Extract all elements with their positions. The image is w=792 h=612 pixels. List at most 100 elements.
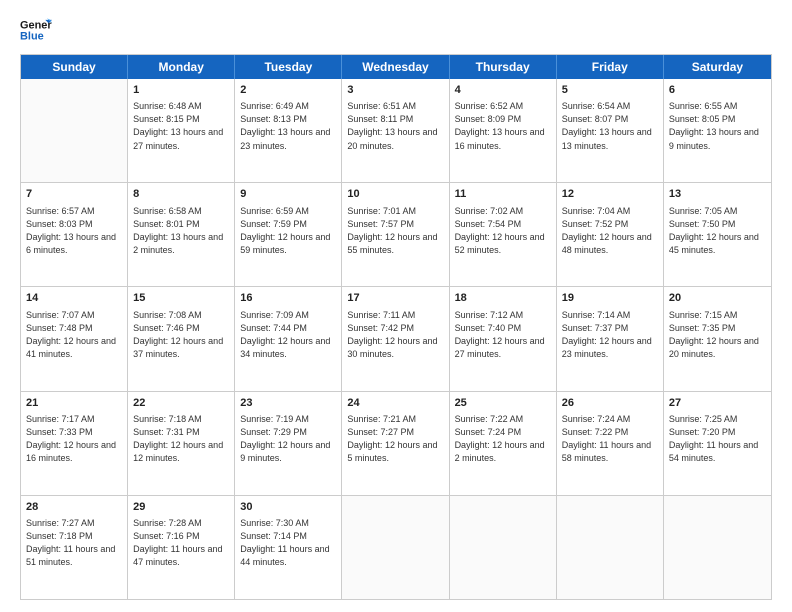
- day-number: 12: [562, 187, 658, 202]
- day-cell: 29Sunrise: 7:28 AMSunset: 7:16 PMDayligh…: [128, 496, 235, 599]
- day-number: 27: [669, 396, 766, 411]
- week-row-3: 21 Sunrise: 7:17 AMSunset: 7:33 PMDayligh…: [21, 392, 771, 496]
- day-cell: 13 Sunrise: 7:05 AMSunset: 7:50 PMDayligh…: [664, 183, 771, 286]
- calendar-grid: SundayMondayTuesdayWednesdayThursdayFrid…: [20, 54, 772, 600]
- day-number: 22: [133, 396, 229, 411]
- day-number: 6: [669, 83, 766, 98]
- day-info: Sunrise: 6:59 AMSunset: 7:59 PMDaylight:…: [240, 205, 336, 257]
- day-number: 3: [347, 83, 443, 98]
- day-number: 26: [562, 396, 658, 411]
- day-info: Sunrise: 7:11 AMSunset: 7:42 PMDaylight:…: [347, 309, 443, 361]
- day-number: 14: [26, 291, 122, 306]
- day-number: 30: [240, 500, 336, 515]
- day-cell: [557, 496, 664, 599]
- day-cell: 25 Sunrise: 7:22 AMSunset: 7:24 PMDayligh…: [450, 392, 557, 495]
- day-info: Sunrise: 6:52 AMSunset: 8:09 PMDaylight:…: [455, 100, 551, 152]
- day-number: 15: [133, 291, 229, 306]
- day-cell: 1 Sunrise: 6:48 AMSunset: 8:15 PMDaylight…: [128, 79, 235, 182]
- calendar-header: SundayMondayTuesdayWednesdayThursdayFrid…: [21, 55, 771, 79]
- day-number: 2: [240, 83, 336, 98]
- day-cell: 5 Sunrise: 6:54 AMSunset: 8:07 PMDaylight…: [557, 79, 664, 182]
- week-row-2: 14Sunrise: 7:07 AMSunset: 7:48 PMDayligh…: [21, 287, 771, 391]
- day-cell: 18 Sunrise: 7:12 AMSunset: 7:40 PMDayligh…: [450, 287, 557, 390]
- day-number: 24: [347, 396, 443, 411]
- day-number: 28: [26, 500, 122, 515]
- day-info: Sunrise: 7:01 AMSunset: 7:57 PMDaylight:…: [347, 205, 443, 257]
- day-cell: 15 Sunrise: 7:08 AMSunset: 7:46 PMDayligh…: [128, 287, 235, 390]
- day-number: 4: [455, 83, 551, 98]
- day-number: 20: [669, 291, 766, 306]
- day-info: Sunrise: 7:24 AMSunset: 7:22 PMDaylight:…: [562, 413, 658, 465]
- day-info: Sunrise: 6:58 AMSunset: 8:01 PMDaylight:…: [133, 205, 229, 257]
- day-cell: 6 Sunrise: 6:55 AMSunset: 8:05 PMDaylight…: [664, 79, 771, 182]
- day-cell: 9 Sunrise: 6:59 AMSunset: 7:59 PMDaylight…: [235, 183, 342, 286]
- day-cell: [342, 496, 449, 599]
- day-info: Sunrise: 7:09 AMSunset: 7:44 PMDaylight:…: [240, 309, 336, 361]
- header-day-friday: Friday: [557, 55, 664, 79]
- day-info: Sunrise: 6:51 AMSunset: 8:11 PMDaylight:…: [347, 100, 443, 152]
- logo: General Blue: [20, 16, 52, 44]
- day-number: 1: [133, 83, 229, 98]
- day-info: Sunrise: 7:19 AMSunset: 7:29 PMDaylight:…: [240, 413, 336, 465]
- day-number: 13: [669, 187, 766, 202]
- day-cell: 10Sunrise: 7:01 AMSunset: 7:57 PMDayligh…: [342, 183, 449, 286]
- day-info: Sunrise: 7:30 AMSunset: 7:14 PMDaylight:…: [240, 517, 336, 569]
- calendar-page: General Blue SundayMondayTuesdayWednesda…: [0, 0, 792, 612]
- day-number: 29: [133, 500, 229, 515]
- day-cell: 3 Sunrise: 6:51 AMSunset: 8:11 PMDaylight…: [342, 79, 449, 182]
- day-number: 21: [26, 396, 122, 411]
- header-day-monday: Monday: [128, 55, 235, 79]
- day-number: 25: [455, 396, 551, 411]
- header-day-sunday: Sunday: [21, 55, 128, 79]
- header-day-thursday: Thursday: [450, 55, 557, 79]
- day-number: 9: [240, 187, 336, 202]
- day-cell: [450, 496, 557, 599]
- day-cell: 8 Sunrise: 6:58 AMSunset: 8:01 PMDaylight…: [128, 183, 235, 286]
- day-cell: [21, 79, 128, 182]
- day-info: Sunrise: 7:05 AMSunset: 7:50 PMDaylight:…: [669, 205, 766, 257]
- day-cell: 16Sunrise: 7:09 AMSunset: 7:44 PMDayligh…: [235, 287, 342, 390]
- day-info: Sunrise: 7:14 AMSunset: 7:37 PMDaylight:…: [562, 309, 658, 361]
- day-info: Sunrise: 6:57 AMSunset: 8:03 PMDaylight:…: [26, 205, 122, 257]
- day-number: 23: [240, 396, 336, 411]
- day-cell: [664, 496, 771, 599]
- page-header: General Blue: [20, 16, 772, 44]
- day-info: Sunrise: 7:15 AMSunset: 7:35 PMDaylight:…: [669, 309, 766, 361]
- day-info: Sunrise: 7:08 AMSunset: 7:46 PMDaylight:…: [133, 309, 229, 361]
- header-day-saturday: Saturday: [664, 55, 771, 79]
- day-cell: 28 Sunrise: 7:27 AMSunset: 7:18 PMDayligh…: [21, 496, 128, 599]
- calendar-body: 1 Sunrise: 6:48 AMSunset: 8:15 PMDaylight…: [21, 79, 771, 599]
- day-cell: 17Sunrise: 7:11 AMSunset: 7:42 PMDayligh…: [342, 287, 449, 390]
- day-cell: 19Sunrise: 7:14 AMSunset: 7:37 PMDayligh…: [557, 287, 664, 390]
- day-cell: 11Sunrise: 7:02 AMSunset: 7:54 PMDayligh…: [450, 183, 557, 286]
- week-row-0: 1 Sunrise: 6:48 AMSunset: 8:15 PMDaylight…: [21, 79, 771, 183]
- header-day-wednesday: Wednesday: [342, 55, 449, 79]
- day-cell: 20 Sunrise: 7:15 AMSunset: 7:35 PMDayligh…: [664, 287, 771, 390]
- day-cell: 24 Sunrise: 7:21 AMSunset: 7:27 PMDayligh…: [342, 392, 449, 495]
- week-row-4: 28 Sunrise: 7:27 AMSunset: 7:18 PMDayligh…: [21, 496, 771, 599]
- day-number: 8: [133, 187, 229, 202]
- day-info: Sunrise: 6:55 AMSunset: 8:05 PMDaylight:…: [669, 100, 766, 152]
- day-cell: 27Sunrise: 7:25 AMSunset: 7:20 PMDayligh…: [664, 392, 771, 495]
- day-info: Sunrise: 6:49 AMSunset: 8:13 PMDaylight:…: [240, 100, 336, 152]
- day-info: Sunrise: 6:54 AMSunset: 8:07 PMDaylight:…: [562, 100, 658, 152]
- day-cell: 4 Sunrise: 6:52 AMSunset: 8:09 PMDaylight…: [450, 79, 557, 182]
- day-info: Sunrise: 7:17 AMSunset: 7:33 PMDaylight:…: [26, 413, 122, 465]
- week-row-1: 7 Sunrise: 6:57 AMSunset: 8:03 PMDaylight…: [21, 183, 771, 287]
- day-cell: 22 Sunrise: 7:18 AMSunset: 7:31 PMDayligh…: [128, 392, 235, 495]
- day-info: Sunrise: 6:48 AMSunset: 8:15 PMDaylight:…: [133, 100, 229, 152]
- day-number: 5: [562, 83, 658, 98]
- day-info: Sunrise: 7:12 AMSunset: 7:40 PMDaylight:…: [455, 309, 551, 361]
- day-cell: 23 Sunrise: 7:19 AMSunset: 7:29 PMDayligh…: [235, 392, 342, 495]
- day-info: Sunrise: 7:21 AMSunset: 7:27 PMDaylight:…: [347, 413, 443, 465]
- day-number: 18: [455, 291, 551, 306]
- day-cell: 14Sunrise: 7:07 AMSunset: 7:48 PMDayligh…: [21, 287, 128, 390]
- day-info: Sunrise: 7:27 AMSunset: 7:18 PMDaylight:…: [26, 517, 122, 569]
- day-info: Sunrise: 7:18 AMSunset: 7:31 PMDaylight:…: [133, 413, 229, 465]
- day-info: Sunrise: 7:04 AMSunset: 7:52 PMDaylight:…: [562, 205, 658, 257]
- day-number: 11: [455, 187, 551, 202]
- day-number: 7: [26, 187, 122, 202]
- day-info: Sunrise: 7:22 AMSunset: 7:24 PMDaylight:…: [455, 413, 551, 465]
- svg-text:Blue: Blue: [20, 30, 44, 42]
- day-cell: 12 Sunrise: 7:04 AMSunset: 7:52 PMDayligh…: [557, 183, 664, 286]
